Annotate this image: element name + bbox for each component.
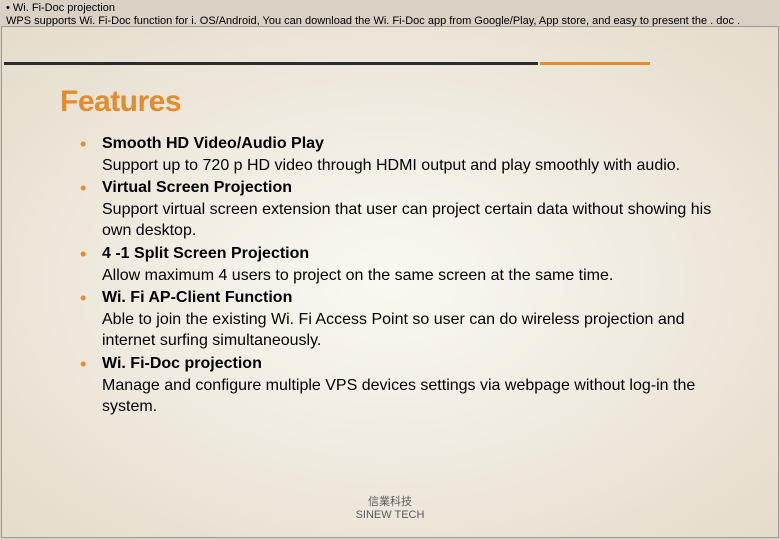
item-body: Able to join the existing Wi. Fi Access … [102,309,738,352]
item-body: Support up to 720 p HD video through HDM… [102,155,738,177]
item-body: Support virtual screen extension that us… [102,199,738,242]
list-item: Smooth HD Video/Audio Play Support up to… [80,133,738,176]
list-item: Virtual Screen Projection Support virtua… [80,177,738,242]
item-heading: Wi. Fi AP-Client Function [102,289,292,306]
item-body: Allow maximum 4 users to project on the … [102,265,738,287]
footer-line-1: 信業科技 [368,496,412,508]
slide-footer: 信業科技 SINEW TECH [2,496,778,524]
item-heading: Virtual Screen Projection [102,179,292,196]
top-context-text: • Wi. Fi-Doc projection WPS supports Wi.… [6,2,776,27]
slide-frame: Features Smooth HD Video/Audio Play Supp… [1,26,779,538]
feature-list: Smooth HD Video/Audio Play Support up to… [80,133,738,419]
list-item: Wi. Fi-Doc projection Manage and configu… [80,353,738,418]
top-line-1: • Wi. Fi-Doc projection [6,2,115,14]
slide-title: Features [60,85,181,119]
footer-line-2: SINEW TECH [356,509,425,521]
item-heading: Smooth HD Video/Audio Play [102,135,324,152]
item-heading: Wi. Fi-Doc projection [102,355,262,372]
top-line-2: WPS supports Wi. Fi-Doc function for i. … [6,15,740,27]
divider-main [4,62,538,65]
divider-accent [540,62,650,65]
item-heading: 4 -1 Split Screen Projection [102,245,309,262]
list-item: 4 -1 Split Screen Projection Allow maxim… [80,243,738,286]
item-body: Manage and configure multiple VPS device… [102,375,738,418]
list-item: Wi. Fi AP-Client Function Able to join t… [80,287,738,352]
